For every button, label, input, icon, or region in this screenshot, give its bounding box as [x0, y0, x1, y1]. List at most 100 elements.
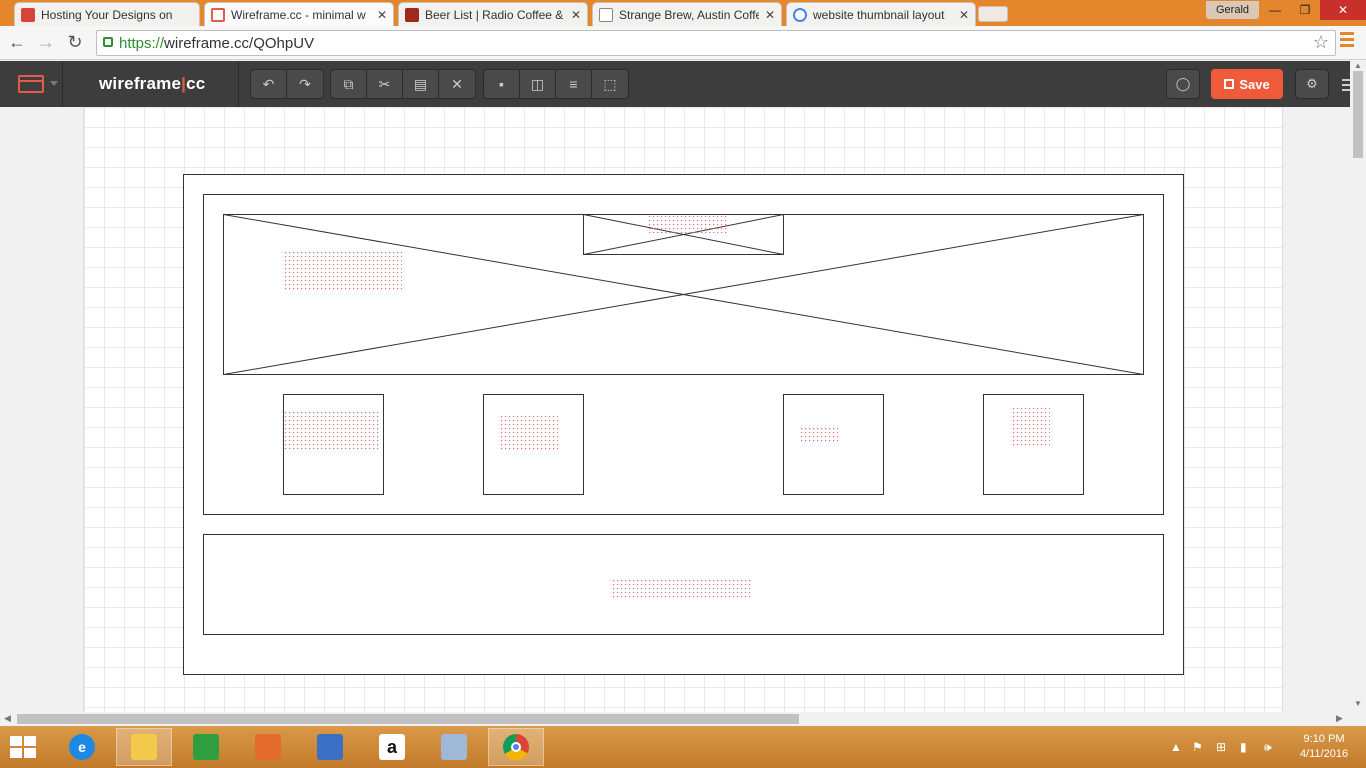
scroll-right-icon[interactable]: ▶ [1336, 713, 1343, 724]
taskbar-amazon[interactable]: a [364, 728, 420, 766]
undo-button[interactable]: ↶ [251, 70, 287, 98]
tab-title: website thumbnail layout [813, 7, 945, 22]
window-logo-icon[interactable] [18, 75, 44, 93]
cut-button[interactable]: ✂ [367, 70, 403, 98]
browser-tab-wireframe[interactable]: Wireframe.cc - minimal w ✕ [204, 2, 394, 26]
thumbnail-text-placeholder[interactable] [282, 411, 380, 449]
paste-icon: ▤ [413, 75, 428, 92]
comments-button[interactable]: ◯ [1166, 69, 1200, 99]
align-button[interactable]: ≡ [556, 70, 592, 98]
lock-icon [103, 37, 113, 47]
save-button[interactable]: Save [1211, 69, 1283, 99]
group-button[interactable]: ⬚ [592, 70, 628, 98]
scroll-up-icon[interactable]: ▲ [1354, 61, 1362, 70]
action-center-flag-icon[interactable]: ⚑ [1192, 740, 1203, 754]
scissors-icon: ✂ [378, 75, 391, 92]
url-input[interactable]: https://wireframe.cc/QOhpUV ☆ [96, 30, 1336, 56]
document-icon [599, 7, 613, 22]
redo-button[interactable]: ↷ [287, 70, 323, 98]
clipboard-button-group: ⧉ ✂ ▤ ✕ [330, 69, 476, 99]
taskbar-file-explorer[interactable] [116, 728, 172, 766]
chrome-icon [503, 734, 529, 760]
floppy-disk-icon [1224, 79, 1235, 89]
taskbar-chrome[interactable] [488, 728, 544, 766]
scroll-down-icon[interactable]: ▼ [1354, 699, 1362, 708]
bring-front-button[interactable]: ◫ [520, 70, 556, 98]
browser-menu-icon[interactable] [1340, 32, 1354, 50]
app-brand: wireframe|cc [99, 74, 206, 93]
speech-bubble-icon: ◯ [1175, 76, 1191, 91]
align-left-icon: ≡ [569, 76, 578, 92]
paint-icon [255, 734, 281, 760]
canvas-workspace[interactable] [0, 107, 1350, 712]
back-arrow-icon[interactable]: ← [6, 32, 28, 53]
browser-tab-hosting[interactable]: Hosting Your Designs on [14, 2, 200, 26]
close-window-icon[interactable]: ✕ [1320, 0, 1366, 20]
windows-logo-tray-icon[interactable]: ⊞ [1216, 740, 1226, 754]
minimize-window-icon[interactable]: — [1260, 0, 1290, 20]
bookmark-star-icon[interactable]: ☆ [1313, 32, 1329, 53]
delete-button[interactable]: ✕ [439, 70, 475, 98]
close-tab-icon[interactable]: ✕ [765, 8, 775, 22]
thumbnail-box[interactable] [783, 394, 884, 495]
tab-favicon-icon [21, 7, 35, 22]
scroll-left-icon[interactable]: ◀ [4, 713, 11, 724]
browser-tab-strange-brew[interactable]: Strange Brew, Austin Coffe ✕ [592, 2, 782, 26]
toolbar-divider [62, 61, 63, 107]
delete-x-icon: ✕ [451, 75, 463, 92]
close-tab-icon[interactable]: ✕ [377, 8, 387, 22]
vertical-scroll-thumb[interactable] [1353, 71, 1363, 158]
taskbar-paint[interactable] [240, 728, 296, 766]
show-hidden-icons-icon[interactable]: ▲ [1170, 740, 1182, 754]
close-tab-icon[interactable]: ✕ [959, 8, 969, 22]
lock-button[interactable]: ▪ [484, 70, 520, 98]
thumbnail-text-placeholder[interactable] [800, 425, 838, 443]
chevron-down-icon[interactable] [50, 81, 58, 86]
paste-button[interactable]: ▤ [403, 70, 439, 98]
new-tab-button[interactable] [978, 6, 1008, 22]
logo-text-placeholder[interactable] [648, 215, 728, 233]
history-button-group: ↶ ↷ [250, 69, 324, 99]
thumbnail-text-placeholder[interactable] [1010, 407, 1050, 447]
tab-favicon-icon [405, 7, 419, 22]
profile-name[interactable]: Gerald [1206, 1, 1260, 19]
copy-button[interactable]: ⧉ [331, 70, 367, 98]
browser-address-bar: ← → ↻ https://wireframe.cc/QOhpUV ☆ [0, 26, 1366, 60]
hero-text-placeholder[interactable] [282, 252, 402, 292]
taskbar-calculator[interactable] [426, 728, 482, 766]
maximize-window-icon[interactable]: ❐ [1290, 0, 1320, 20]
wireframe-drawing[interactable] [0, 107, 1350, 712]
taskbar-store[interactable] [178, 728, 234, 766]
url-text: https://wireframe.cc/QOhpUV [119, 35, 315, 52]
footer-text-placeholder[interactable] [610, 579, 752, 599]
tab-title: Wireframe.cc - minimal w [231, 7, 366, 22]
system-clock[interactable]: 9:10 PM 4/11/2016 [1290, 732, 1358, 762]
lock-icon: ▪ [499, 76, 504, 92]
calculator-icon [441, 734, 467, 760]
forward-arrow-icon[interactable]: → [35, 32, 57, 53]
volume-icon[interactable]: 🕪 [1264, 740, 1272, 755]
horizontal-scroll-thumb[interactable] [17, 714, 799, 724]
gears-icon: ⚙ [1306, 76, 1318, 91]
layers-icon: ◫ [530, 75, 545, 92]
browser-tab-strip: Hosting Your Designs on Wireframe.cc - m… [0, 0, 1366, 26]
internet-explorer-icon: e [69, 734, 95, 760]
close-tab-icon[interactable]: ✕ [571, 8, 581, 22]
horizontal-scrollbar[interactable]: ◀ ▶ [0, 712, 1350, 726]
amazon-icon: a [379, 734, 405, 760]
windows-taskbar: e a ▲ ⚑ ⊞ ▮ 🕪 9:10 PM 4/11/2016 [0, 726, 1366, 768]
reload-icon[interactable]: ↻ [64, 32, 86, 53]
thumbnail-text-placeholder[interactable] [498, 414, 558, 452]
taskbar-media-player[interactable] [302, 728, 358, 766]
store-bag-icon [193, 734, 219, 760]
undo-icon: ↶ [262, 75, 275, 92]
vertical-scrollbar[interactable]: ▲ ▼ [1350, 61, 1366, 712]
browser-tab-google-search[interactable]: website thumbnail layout ✕ [786, 2, 976, 26]
save-label: Save [1239, 76, 1270, 92]
browser-tab-beer-list[interactable]: Beer List | Radio Coffee & ✕ [398, 2, 588, 26]
battery-icon[interactable]: ▮ [1240, 740, 1247, 754]
settings-button[interactable]: ⚙ [1295, 69, 1329, 99]
windows-start-icon[interactable] [10, 736, 38, 758]
google-icon [793, 7, 807, 22]
taskbar-internet-explorer[interactable]: e [54, 728, 110, 766]
